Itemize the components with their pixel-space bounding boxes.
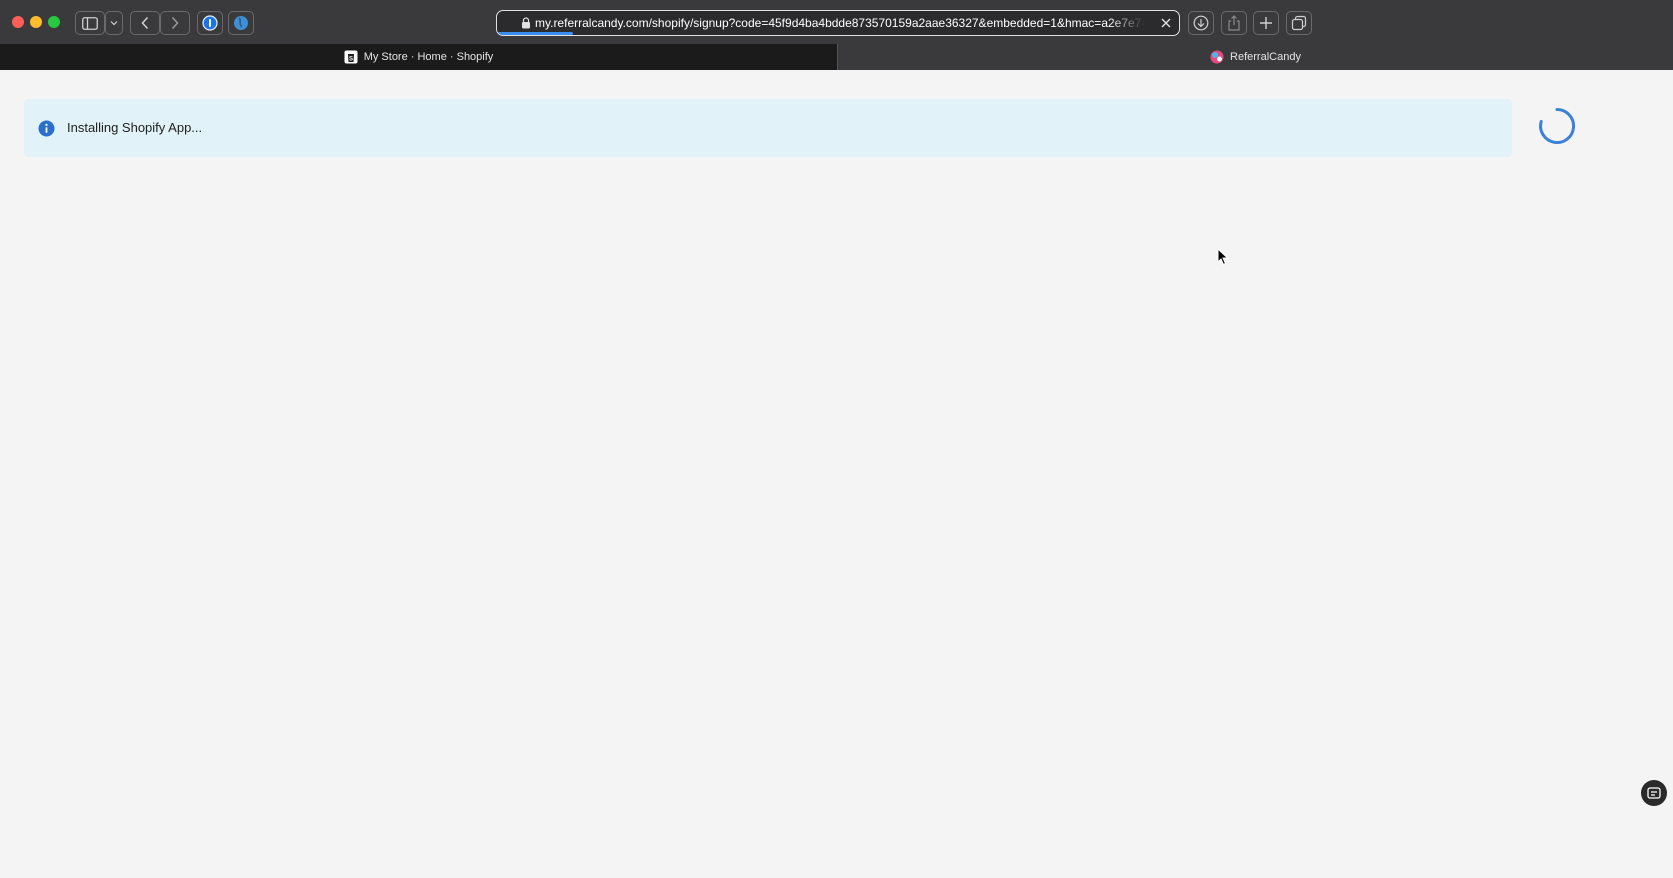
- window-close-button[interactable]: [12, 16, 24, 28]
- address-bar[interactable]: my.referralcandy.com/shopify/signup?code…: [496, 10, 1180, 36]
- back-button[interactable]: [130, 11, 160, 35]
- download-icon: [1193, 15, 1209, 31]
- plus-icon: [1260, 17, 1272, 29]
- chevron-down-icon: [110, 21, 118, 26]
- new-tab-button[interactable]: [1253, 11, 1279, 35]
- extension-password-manager-button[interactable]: [197, 11, 223, 35]
- url-text: my.referralcandy.com/shopify/signup?code…: [535, 16, 1145, 30]
- password-manager-icon: [202, 15, 218, 31]
- share-button[interactable]: [1221, 11, 1247, 35]
- window-minimize-button[interactable]: [30, 16, 42, 28]
- tab-label: ReferralCandy: [1230, 51, 1301, 63]
- shopify-icon: S: [344, 50, 358, 64]
- forward-button[interactable]: [160, 11, 190, 35]
- browser-toolbar: my.referralcandy.com/shopify/signup?code…: [0, 0, 1673, 45]
- stop-loading-button[interactable]: [1159, 16, 1173, 30]
- extension-globe-icon: [234, 16, 248, 30]
- sidebar-toggle-button[interactable]: [75, 11, 105, 35]
- chevron-left-icon: [141, 16, 149, 30]
- info-icon: [38, 120, 55, 137]
- lock-icon: [522, 17, 530, 29]
- share-icon: [1228, 15, 1240, 31]
- svg-text:S: S: [349, 57, 353, 63]
- tab-my-store[interactable]: S My Store · Home · Shopify: [0, 44, 838, 70]
- banner-message: Installing Shopify App...: [67, 120, 203, 135]
- mouse-cursor-icon: [1217, 248, 1229, 266]
- status-banner: Installing Shopify App...: [24, 99, 1512, 157]
- capture-icon: [1647, 787, 1661, 799]
- window-maximize-button[interactable]: [48, 16, 60, 28]
- chevron-right-icon: [171, 16, 179, 30]
- page-load-progress-bar: [497, 32, 573, 35]
- tab-referralcandy[interactable]: ReferralCandy: [838, 44, 1673, 70]
- downloads-button[interactable]: [1188, 11, 1214, 35]
- sidebar-icon: [82, 16, 98, 30]
- sidebar-menu-button[interactable]: [105, 11, 123, 35]
- page-content: Installing Shopify App...: [0, 70, 1673, 878]
- extension-globe-button[interactable]: [228, 11, 254, 35]
- tab-bar: S My Store · Home · Shopify ReferralCand…: [0, 44, 1673, 70]
- browser-window: my.referralcandy.com/shopify/signup?code…: [0, 0, 1673, 878]
- tab-overview-button[interactable]: [1286, 11, 1312, 35]
- tabs-overview-icon: [1291, 15, 1307, 31]
- tab-label: My Store · Home · Shopify: [363, 51, 494, 63]
- loading-spinner-icon: [1539, 107, 1576, 144]
- screen-capture-button[interactable]: [1641, 780, 1667, 806]
- referralcandy-icon: [1210, 50, 1224, 64]
